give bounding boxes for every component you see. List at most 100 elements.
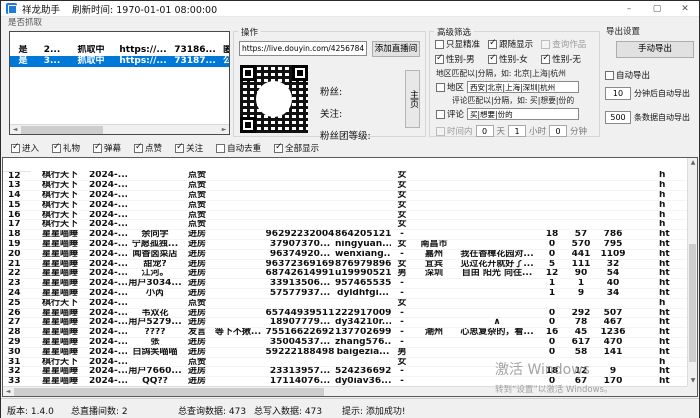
event-filter-checkbox[interactable]: 礼物 (52, 142, 80, 154)
event-row[interactable]: 13 棋行天下 2024-... 点赞 女 h (3, 181, 689, 191)
rooms-table: 是 2... 抓取中 https://... 73186... 匿名 是 3..… (10, 32, 230, 67)
event-row[interactable]: 29 星星喵睡 2024-... 张 进房 35004537... zhang5… (3, 338, 689, 348)
event-row[interactable]: 19 星星喵睡 2024-... 宁愿孤独... 进房 37907370... … (3, 240, 689, 250)
checkbox-icon (216, 144, 225, 153)
qr-avatar-hole (256, 81, 292, 117)
app-icon (6, 3, 17, 14)
anchor-info-labels: 粉丝: 关注: 粉丝团等级: (320, 84, 371, 150)
status-item: 总直播间数: 2 (71, 404, 128, 417)
event-row[interactable]: 12 棋行天下 2024-... 点赞 女 h (3, 171, 689, 181)
status-item: 总写入数据: 473 (254, 404, 322, 417)
scrollbar-thumb[interactable] (21, 126, 103, 134)
checkbox-icon (436, 127, 445, 136)
event-row[interactable]: 32 星星喵睡 2024-... 用户7660... 进房 23313957..… (3, 367, 689, 377)
room-row[interactable]: 是 2... 抓取中 https://... 73186... 匿名 (10, 45, 230, 56)
checkbox-icon (436, 83, 445, 92)
events-table: 12 棋行天下 2024-... 点赞 女 h 13 棋行天下 2024-.. (3, 158, 689, 387)
event-row[interactable]: 26 星星喵睡 2024-... 韦双花 进房 65744939511 2229… (3, 308, 689, 318)
checkbox-icon (605, 71, 614, 80)
event-filter-checkbox[interactable]: 点赞 (134, 142, 162, 154)
region-input[interactable] (467, 81, 579, 93)
homepage-button[interactable]: 主页 (405, 70, 420, 128)
event-row[interactable]: 21 星星喵睡 2024-... 甜宠? 进房 96372369169 8769… (3, 259, 689, 269)
event-row[interactable]: 18 星星喵睡 2024-... 余同学 进房 96292232004 8642… (3, 230, 689, 240)
event-row[interactable]: 27 星星喵睡 2024-... 用户5279... 进房 18907779..… (3, 318, 689, 328)
scroll-right-icon[interactable] (219, 125, 229, 135)
checkbox-icon (435, 40, 444, 49)
export-settings-group: 导出设置 手动导出 自动导出 分钟后自动导出 条数据自动导出 (604, 31, 699, 137)
event-filter-checkbox[interactable]: 关注 (175, 142, 203, 154)
comment-input[interactable] (467, 108, 579, 120)
event-row[interactable]: 14 棋行天下 2024-... 点赞 女 h (3, 191, 689, 201)
maximize-icon[interactable]: ▢ (643, 1, 671, 17)
events-table-panel: 12 棋行天下 2024-... 点赞 女 h 13 棋行天下 2024-.. (2, 157, 698, 397)
fans-label: 粉丝: (320, 84, 371, 98)
scroll-left-icon[interactable] (3, 387, 13, 397)
status-bar: 版本: 1.4.0总直播间数: 2总查询数据: 473总写入数据: 473提示:… (1, 398, 699, 418)
event-row[interactable]: 16 棋行天下 2024-... 点赞 女 h (3, 210, 689, 220)
manual-export-button[interactable]: 手动导出 (616, 41, 694, 58)
scroll-down-icon[interactable] (688, 376, 698, 386)
checkbox-icon (93, 144, 102, 153)
event-row[interactable]: 22 星星喵睡 2024-... 江河。 进房 68742614991 u199… (3, 269, 689, 279)
time-range-checkbox[interactable]: 时间内 (436, 125, 473, 137)
scrollbar-thumb[interactable] (689, 244, 696, 362)
rooms-panel: 是 2... 抓取中 https://... 73186... 匿名 是 3..… (9, 31, 230, 135)
day-unit-label: 天 (497, 125, 506, 137)
advanced-filter-title: 高级筛选 (434, 26, 474, 38)
event-row[interactable]: 17 棋行天下 2024-... 点赞 女 h (3, 220, 689, 230)
room-row[interactable]: 是 3... 抓取中 https://... 73187... 公开 (10, 56, 230, 67)
event-filter-checkbox[interactable]: 自动去重 (216, 142, 261, 154)
event-row[interactable]: 20 星星喵睡 2024-... 闻香卤菜店 进房 96374920... we… (3, 249, 689, 259)
export-minutes-input[interactable] (605, 87, 631, 100)
qr-finder-icon (240, 65, 256, 81)
close-icon[interactable]: ✕ (671, 1, 699, 17)
event-row[interactable]: 25 棋行天下 2024-... 点赞 女 h (3, 298, 689, 308)
filter-checkbox[interactable]: 性别-无 (541, 53, 594, 65)
comment-hint: 评论匹配以|分隔，如: 买|想要|份的 (430, 95, 599, 106)
scrollbar-thumb[interactable] (14, 388, 324, 396)
hour-unit-label: 小时 (529, 125, 546, 137)
checkbox-icon (274, 144, 283, 153)
rooms-horizontal-scrollbar[interactable] (10, 124, 229, 134)
event-row[interactable]: 15 棋行天下 2024-... 点赞 女 h (3, 200, 689, 210)
follow-label: 关注: (320, 106, 371, 120)
event-row[interactable]: 28 星星喵睡 2024-... ???? 发言 等下不揪... 7551662… (3, 328, 689, 338)
add-room-button[interactable]: 添加直播间 (372, 41, 420, 57)
qr-finder-icon (292, 65, 308, 81)
event-filter-checkbox[interactable]: 进入 (11, 142, 39, 154)
export-count-label: 条数据自动导出 (634, 112, 690, 123)
event-filter-checkbox[interactable]: 弹幕 (93, 142, 121, 154)
minimize-icon[interactable]: – (615, 1, 643, 17)
event-row[interactable]: 30 星星喵睡 2024-... 白鸽笑喵喵 进房 59222188498 ba… (3, 347, 689, 357)
vertical-scrollbar[interactable] (687, 158, 697, 386)
region-checkbox[interactable]: 地区 (436, 81, 464, 93)
event-row[interactable]: 24 星星喵睡 2024-... 小芮 进房 57577937... dyldh… (3, 289, 689, 299)
live-url-input[interactable] (239, 41, 367, 56)
scroll-left-icon[interactable] (10, 125, 20, 135)
status-item: 提示: 添加成功! (342, 404, 406, 417)
hour-input[interactable] (508, 125, 526, 137)
export-count-input[interactable] (605, 111, 631, 124)
region-hint: 地区匹配以|分隔，如: 北京|上海|杭州 (430, 68, 599, 79)
minute-input[interactable] (549, 125, 567, 137)
operation-group-title: 操作 (238, 26, 261, 38)
app-title: 祥龙助手 (22, 2, 60, 16)
filter-checkbox[interactable]: 性别-男 (435, 53, 488, 65)
filter-checkbox[interactable]: 性别-女 (488, 53, 541, 65)
event-row[interactable]: 31 棋行天下 2024-... 点赞 女 h (3, 357, 689, 367)
rooms-table-header (10, 32, 36, 45)
comment-checkbox[interactable]: 评论 (436, 108, 464, 120)
export-minutes-label: 分钟后自动导出 (634, 88, 690, 99)
event-filter-checkbox[interactable]: 全部显示 (274, 142, 319, 154)
filter-checkbox[interactable]: 只显精准 (435, 38, 488, 50)
event-row[interactable]: 23 星星喵睡 2024-... 用户3034... 进房 33913506..… (3, 279, 689, 289)
scroll-up-icon[interactable] (688, 158, 698, 168)
day-input[interactable] (476, 125, 494, 137)
advanced-filter-group: 高级筛选 只显精准 跟随显示 查询作品 性别-男 性别-女 性别-无 (429, 31, 600, 137)
filter-checkbox[interactable]: 跟随显示 (488, 38, 541, 50)
checkbox-icon (436, 110, 445, 119)
horizontal-scrollbar[interactable] (3, 386, 687, 396)
auto-export-checkbox[interactable]: 自动导出 (605, 69, 650, 81)
filter-checkbox[interactable]: 查询作品 (541, 38, 594, 50)
